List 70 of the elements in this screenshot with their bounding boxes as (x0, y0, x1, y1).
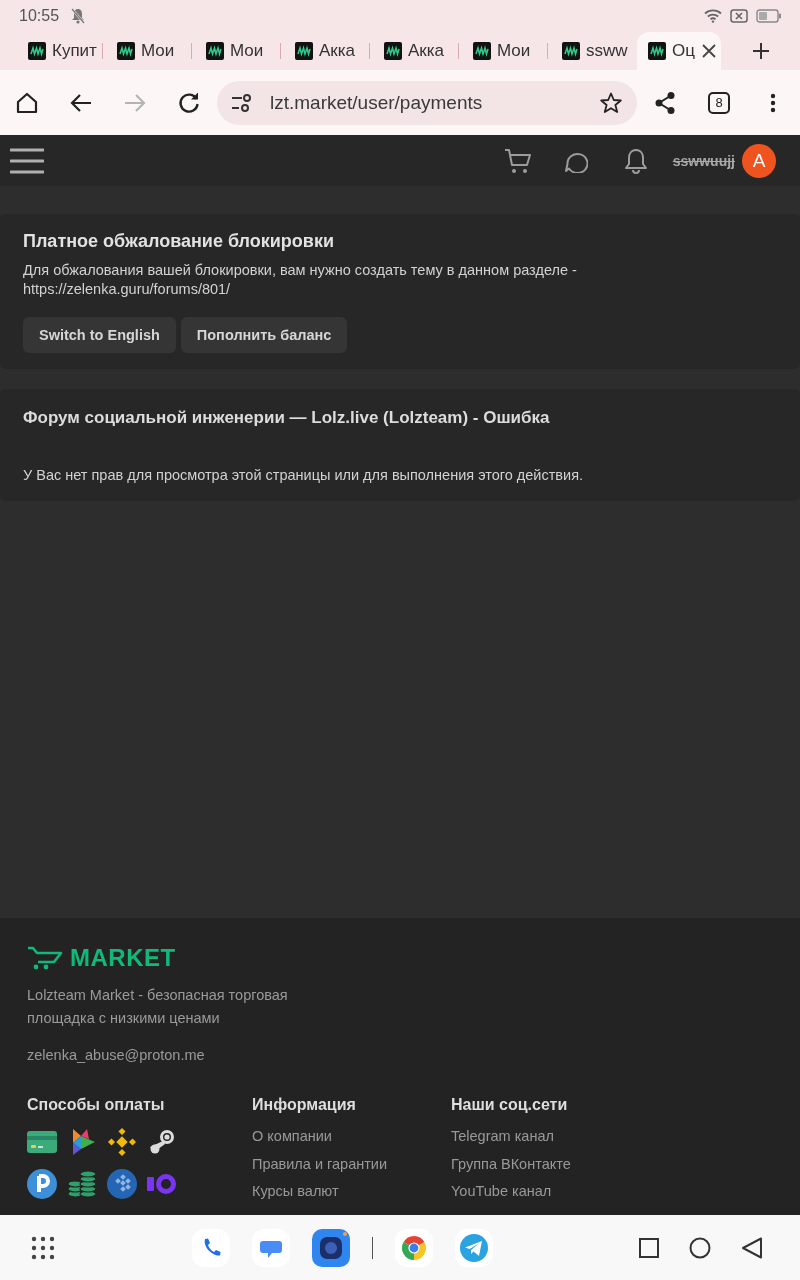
app-drawer-icon[interactable] (31, 1235, 55, 1260)
footer-link[interactable]: YouTube канал (451, 1178, 552, 1206)
site-favicon-icon (206, 42, 224, 60)
action-button[interactable]: Пополнить баланс (180, 317, 348, 353)
globe-icon (107, 1169, 137, 1199)
no-sim-icon (730, 9, 748, 23)
close-icon[interactable] (702, 44, 716, 58)
address-bar[interactable]: lzt.market/user/payments (217, 80, 637, 125)
home-button-icon[interactable] (689, 1236, 711, 1259)
notice-text: Для обжалования вашей блокировки, вам нужно создать тему в данном разделе - https://zelenka.guru/forums/801/ (23, 261, 578, 299)
browser-tab[interactable]: Купит (14, 32, 102, 70)
back-icon[interactable] (741, 1236, 763, 1259)
site-favicon-icon (648, 42, 666, 60)
more-options-icon[interactable] (770, 92, 776, 113)
footer-heading: Наши соц.сети (451, 1095, 568, 1115)
paper-plane-app-icon[interactable] (455, 1228, 493, 1267)
username[interactable]: sswwuujj (672, 152, 735, 169)
footer-link[interactable]: О компании (252, 1123, 332, 1151)
back-arrow-icon[interactable] (70, 92, 92, 113)
browser-tab[interactable]: Акка (281, 32, 369, 70)
sliders-icon[interactable] (231, 93, 253, 112)
p-logo-icon (27, 1169, 57, 1199)
site-favicon-icon (295, 42, 313, 60)
plus-icon[interactable] (751, 42, 770, 60)
site-favicon-icon (473, 42, 491, 60)
battery-icon (756, 9, 782, 23)
camera-app-icon[interactable] (312, 1228, 350, 1267)
cart-icon[interactable] (503, 146, 532, 175)
chat-app-icon[interactable] (252, 1228, 290, 1267)
home-icon[interactable] (15, 90, 39, 115)
error-message: У Вас нет прав для просмотра этой страницы или для выполнения этого действия. (23, 466, 584, 485)
menu-icon[interactable] (10, 146, 44, 175)
market-logo-text[interactable]: MARKET (70, 944, 176, 972)
phone-app-icon[interactable] (192, 1228, 230, 1267)
browser-tab[interactable]: Мои (459, 32, 547, 70)
recent-apps-icon[interactable] (639, 1237, 659, 1258)
footer-link[interactable]: Правила и гарантии (252, 1150, 388, 1178)
site-favicon-icon (562, 42, 580, 60)
browser-tab[interactable]: Акка (370, 32, 458, 70)
wifi-icon (704, 9, 722, 23)
diamond-pattern-icon (107, 1127, 137, 1157)
reload-icon[interactable] (178, 91, 200, 114)
browser-tab[interactable]: Мои (103, 32, 191, 70)
site-favicon-icon (117, 42, 135, 60)
footer-heading: Способы оплаты (27, 1095, 165, 1115)
site-favicon-icon (384, 42, 402, 60)
browser-app-icon[interactable] (395, 1228, 433, 1267)
url-text[interactable]: lzt.market/user/payments (270, 91, 483, 114)
browser-tab[interactable]: Мои (192, 32, 280, 70)
site-favicon-icon (28, 42, 46, 60)
share-icon[interactable] (654, 90, 676, 115)
user-avatar[interactable]: A (742, 143, 776, 178)
footer-link[interactable]: Telegram канал (451, 1123, 554, 1151)
muted-bell-icon (71, 8, 86, 24)
star-icon[interactable] (600, 91, 622, 114)
contact-email[interactable]: zelenka_abuse@proton.me (27, 1044, 205, 1067)
browser-tab[interactable]: ssww (548, 32, 636, 70)
footer-link[interactable]: Группа ВКонтакте (451, 1150, 571, 1178)
notice-title: Платное обжалование блокировки (23, 230, 334, 252)
bell-icon[interactable] (623, 147, 648, 174)
error-title: Форум социальной инженерии — Lolz.live (Lolzteam) - Ошибка (23, 408, 550, 428)
browser-tab[interactable]: Оц (637, 32, 721, 70)
action-button[interactable]: Switch to English (23, 317, 176, 353)
footer-link[interactable]: Курсы валют (252, 1178, 339, 1206)
clock-time: 10:55 (19, 7, 60, 25)
footer-heading: Информация (252, 1095, 356, 1115)
footer-description: Lolzteam Market - безопасная торговая площадка с низкими ценами (27, 986, 289, 1028)
coin-stack-icon (67, 1169, 97, 1199)
cart-logo-icon (27, 946, 63, 970)
tab-switcher-button[interactable]: 8 (708, 91, 730, 114)
